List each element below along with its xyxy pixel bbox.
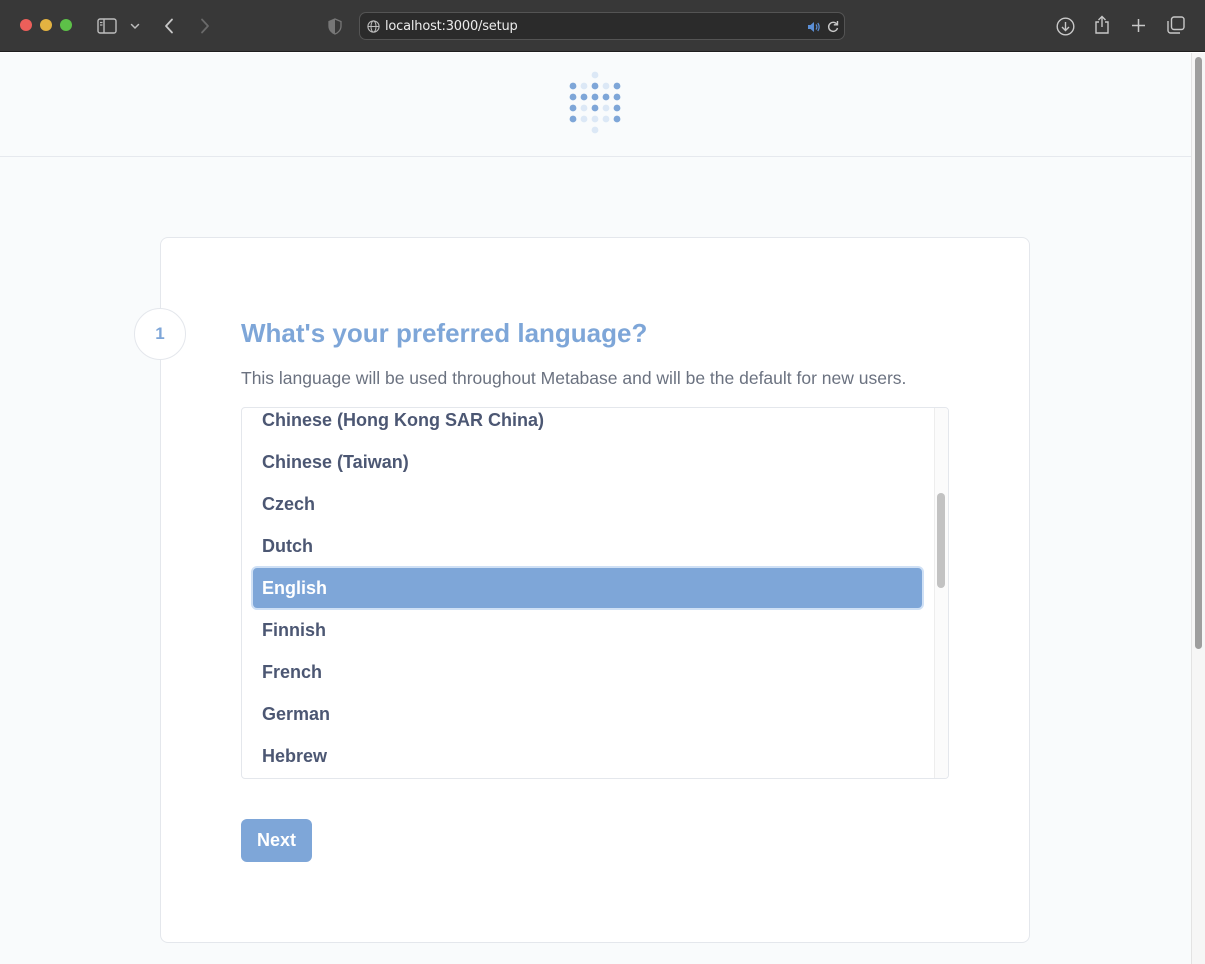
minimize-window-button[interactable] bbox=[40, 19, 52, 31]
language-option[interactable]: Chinese (Taiwan) bbox=[251, 441, 924, 483]
sidebar-icon[interactable] bbox=[97, 17, 117, 35]
setup-page: 1 What's your preferred language? This l… bbox=[0, 53, 1191, 964]
language-option[interactable]: German bbox=[251, 693, 924, 735]
new-tab-icon[interactable] bbox=[1129, 16, 1147, 34]
page-title: What's your preferred language? bbox=[241, 318, 648, 348]
language-option[interactable]: Finnish bbox=[251, 609, 924, 651]
back-icon[interactable] bbox=[160, 16, 178, 36]
globe-icon bbox=[366, 19, 380, 33]
step-number-badge: 1 bbox=[134, 308, 186, 360]
list-scrollbar-track[interactable] bbox=[934, 408, 948, 778]
chevron-down-icon[interactable] bbox=[129, 20, 141, 32]
language-option[interactable]: French bbox=[251, 651, 924, 693]
page-scrollbar-thumb[interactable] bbox=[1195, 57, 1202, 649]
list-scrollbar-thumb[interactable] bbox=[937, 493, 945, 588]
page-subtitle: This language will be used throughout Me… bbox=[241, 368, 907, 388]
language-option[interactable]: Chinese (Hong Kong SAR China) bbox=[251, 408, 924, 441]
language-option[interactable]: Hebrew bbox=[251, 735, 924, 777]
url-text: localhost:3000/setup bbox=[385, 19, 518, 34]
language-option-selected[interactable]: English bbox=[251, 566, 924, 610]
zoom-window-button[interactable] bbox=[60, 19, 72, 31]
language-listbox[interactable]: Chinese (Hong Kong SAR China) Chinese (T… bbox=[241, 407, 949, 779]
language-option[interactable]: Czech bbox=[251, 483, 924, 525]
download-icon[interactable] bbox=[1054, 15, 1076, 37]
speaker-icon[interactable] bbox=[806, 20, 820, 34]
tab-overview-icon[interactable] bbox=[1166, 15, 1186, 35]
browser-toolbar: localhost:3000/setup bbox=[0, 0, 1205, 52]
language-option[interactable]: Dutch bbox=[251, 525, 924, 567]
share-icon[interactable] bbox=[1093, 14, 1111, 36]
address-bar[interactable]: localhost:3000/setup bbox=[359, 12, 845, 40]
next-button[interactable]: Next bbox=[241, 819, 312, 862]
close-window-button[interactable] bbox=[20, 19, 32, 31]
shield-icon[interactable] bbox=[327, 17, 343, 35]
reload-icon[interactable] bbox=[826, 19, 840, 34]
metabase-logo bbox=[569, 71, 621, 134]
forward-icon[interactable] bbox=[196, 16, 214, 36]
header-bar bbox=[0, 53, 1191, 157]
